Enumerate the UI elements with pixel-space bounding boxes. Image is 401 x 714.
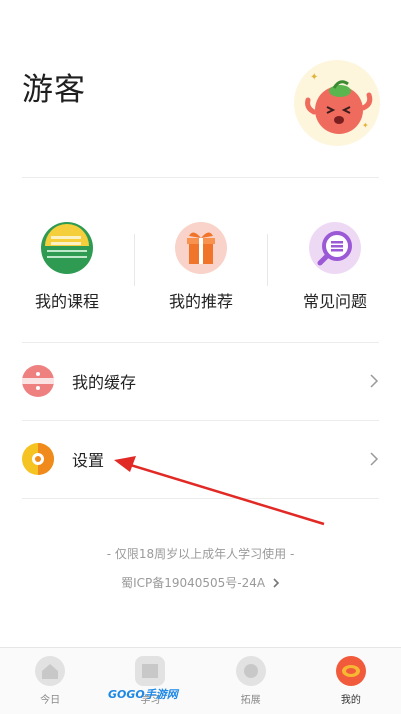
chevron-right-icon: [273, 578, 280, 588]
bottom-tab-bar: 今日 学习 拓展 我的: [0, 647, 401, 714]
tab-today[interactable]: 今日: [0, 648, 100, 714]
tab-label: 我的: [340, 695, 361, 706]
me-icon: [335, 656, 366, 686]
study-icon: [135, 656, 166, 686]
explore-icon: [235, 656, 266, 686]
tab-label: 今日: [40, 695, 61, 706]
tab-me[interactable]: 我的: [301, 648, 401, 714]
icp-text: 蜀ICP备19040505号-24A: [121, 576, 266, 590]
icp-link[interactable]: 蜀ICP备19040505号-24A: [0, 574, 401, 591]
home-icon: [35, 656, 66, 686]
watermark-logo: GOGO手游网: [108, 688, 178, 701]
annotation-arrow-icon: [114, 456, 325, 526]
tab-label: 拓展: [240, 695, 261, 706]
tab-study[interactable]: 学习: [100, 648, 200, 714]
tab-explore[interactable]: 拓展: [201, 648, 301, 714]
age-notice: - 仅限18周岁以上成年人学习使用 -: [106, 547, 295, 561]
